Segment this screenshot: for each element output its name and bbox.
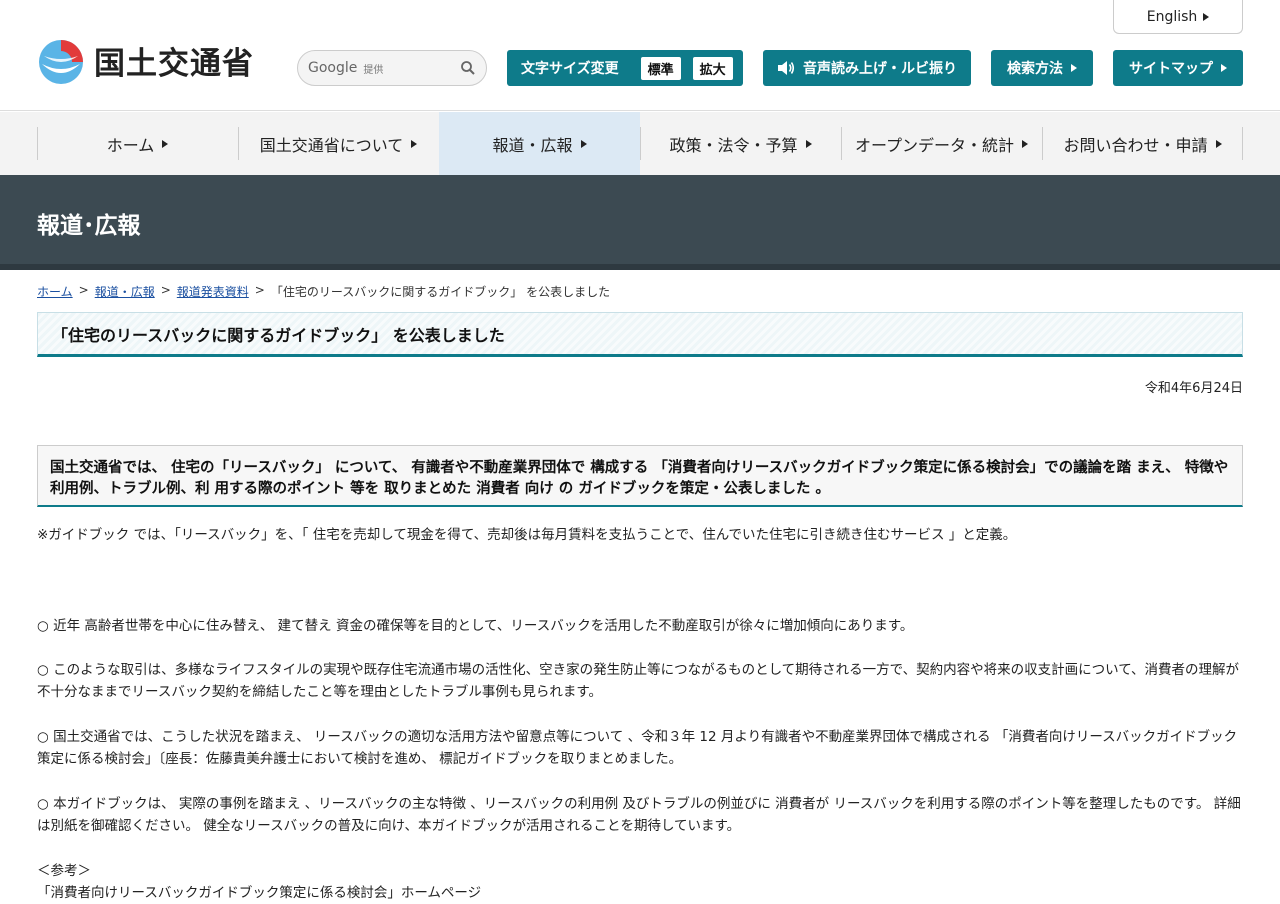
body-paragraph: ○ このような取引は、多様なライフスタイルの実現や既存住宅流通市場の活性化、空き… [37,662,1240,700]
lead-summary: 国土交通省では、 住宅の「リースバック」 について、 有識者や不動産業界団体で … [37,445,1243,507]
page-title: 「住宅のリースバックに関するガイドブック」 を公表しました [37,312,1243,357]
body-paragraph: ○ 本ガイドブックは、 実際の事例を踏まえ 、リースバックの主な特徴 、リースバ… [37,796,1241,834]
breadcrumb-current: 「住宅のリースバックに関するガイドブック」 を公表しました [270,285,611,299]
font-size-control: 文字サイズ変更 標準 拡大 [507,50,743,86]
nav-item-label: 報道・広報 [492,135,573,155]
triangle-right-icon [411,139,418,148]
voice-ruby-label: 音声読み上げ・ルビ振り [803,61,957,77]
reference-heading: ＜参考＞ [37,863,91,879]
triangle-right-icon [1071,64,1077,72]
reference-link[interactable]: 「消費者向けリースバックガイドブック策定に係る検討会」ホームページ [37,882,1247,904]
breadcrumb-home[interactable]: ホーム [37,283,73,300]
triangle-right-icon [805,139,812,148]
triangle-right-icon [1203,12,1210,21]
nav-item-about[interactable]: 国土交通省について [238,112,439,175]
triangle-right-icon [1221,64,1227,72]
breadcrumb-press-releases[interactable]: 報道発表資料 [177,283,249,300]
search-input[interactable] [383,61,460,75]
triangle-right-icon [1022,139,1029,148]
nav-item-contact[interactable]: お問い合わせ・申請 [1042,112,1243,175]
nav-item-label: お問い合わせ・申請 [1063,135,1208,155]
triangle-right-icon [162,139,169,148]
nav-item-label: 国土交通省について [259,135,404,155]
triangle-right-icon [580,139,587,148]
font-size-large-button[interactable]: 拡大 [692,56,733,80]
font-size-label: 文字サイズ変更 [521,61,619,77]
english-label: English [1146,8,1198,25]
breadcrumb: ホーム > 報道・広報 > 報道発表資料 > 「住宅のリースバックに関するガイド… [37,283,610,300]
section-banner: 報道･広報 [0,175,1280,270]
font-size-standard-button[interactable]: 標準 [640,56,681,80]
breadcrumb-separator: > [254,283,265,297]
nav-item-label: 政策・法令・予算 [669,135,798,155]
speaker-icon [778,61,795,75]
site-header: 国土交通省 English Google 提供 文字サイズ変更 標準 拡大 音声… [0,0,1280,111]
sitemap-button[interactable]: サイトマップ [1113,50,1243,86]
search-howto-button[interactable]: 検索方法 [991,50,1093,86]
publish-date: 令和4年6月24日 [1144,381,1243,396]
nav-item-policy[interactable]: 政策・法令・予算 [640,112,841,175]
definition-note: ※ガイドブック では、「リースバック」を、「 住宅を売却して現金を得て、売却後は… [37,527,1017,543]
breadcrumb-separator: > [160,283,171,297]
site-logo[interactable]: 国土交通省 [36,34,254,86]
voice-ruby-button[interactable]: 音声読み上げ・ルビ振り [763,50,971,86]
nav-item-home[interactable]: ホーム [37,112,238,175]
mlit-logo-icon [39,40,83,84]
provided-label: 提供 [363,64,384,76]
sitemap-label: サイトマップ [1129,61,1213,77]
nav-item-label: オープンデータ・統計 [854,135,1015,155]
nav-item-press[interactable]: 報道・広報 [439,112,640,175]
nav-item-opendata[interactable]: オープンデータ・統計 [841,112,1042,175]
site-name: 国土交通省 [94,45,254,82]
global-nav: ホーム 国土交通省について 報道・広報 政策・法令・予算 オープンデータ・統計 … [0,112,1280,175]
english-link[interactable]: English [1113,0,1243,34]
triangle-right-icon [1215,139,1222,148]
google-brand: Google [308,60,358,76]
body-paragraph: ○ 近年 高齢者世帯を中心に住み替え、 建て替え 資金の確保等を目的として、リー… [37,618,914,634]
search-howto-label: 検索方法 [1007,61,1063,77]
search-icon[interactable] [460,60,476,76]
section-title: 報道･広報 [37,213,141,239]
breadcrumb-press[interactable]: 報道・広報 [95,283,155,300]
site-search[interactable]: Google 提供 [297,50,487,86]
body-paragraph: ○ 国土交通省では、こうした状況を踏まえ、 リースバックの適切な活用方法や留意点… [37,729,1238,767]
nav-item-label: ホーム [106,135,155,155]
breadcrumb-separator: > [78,283,89,297]
